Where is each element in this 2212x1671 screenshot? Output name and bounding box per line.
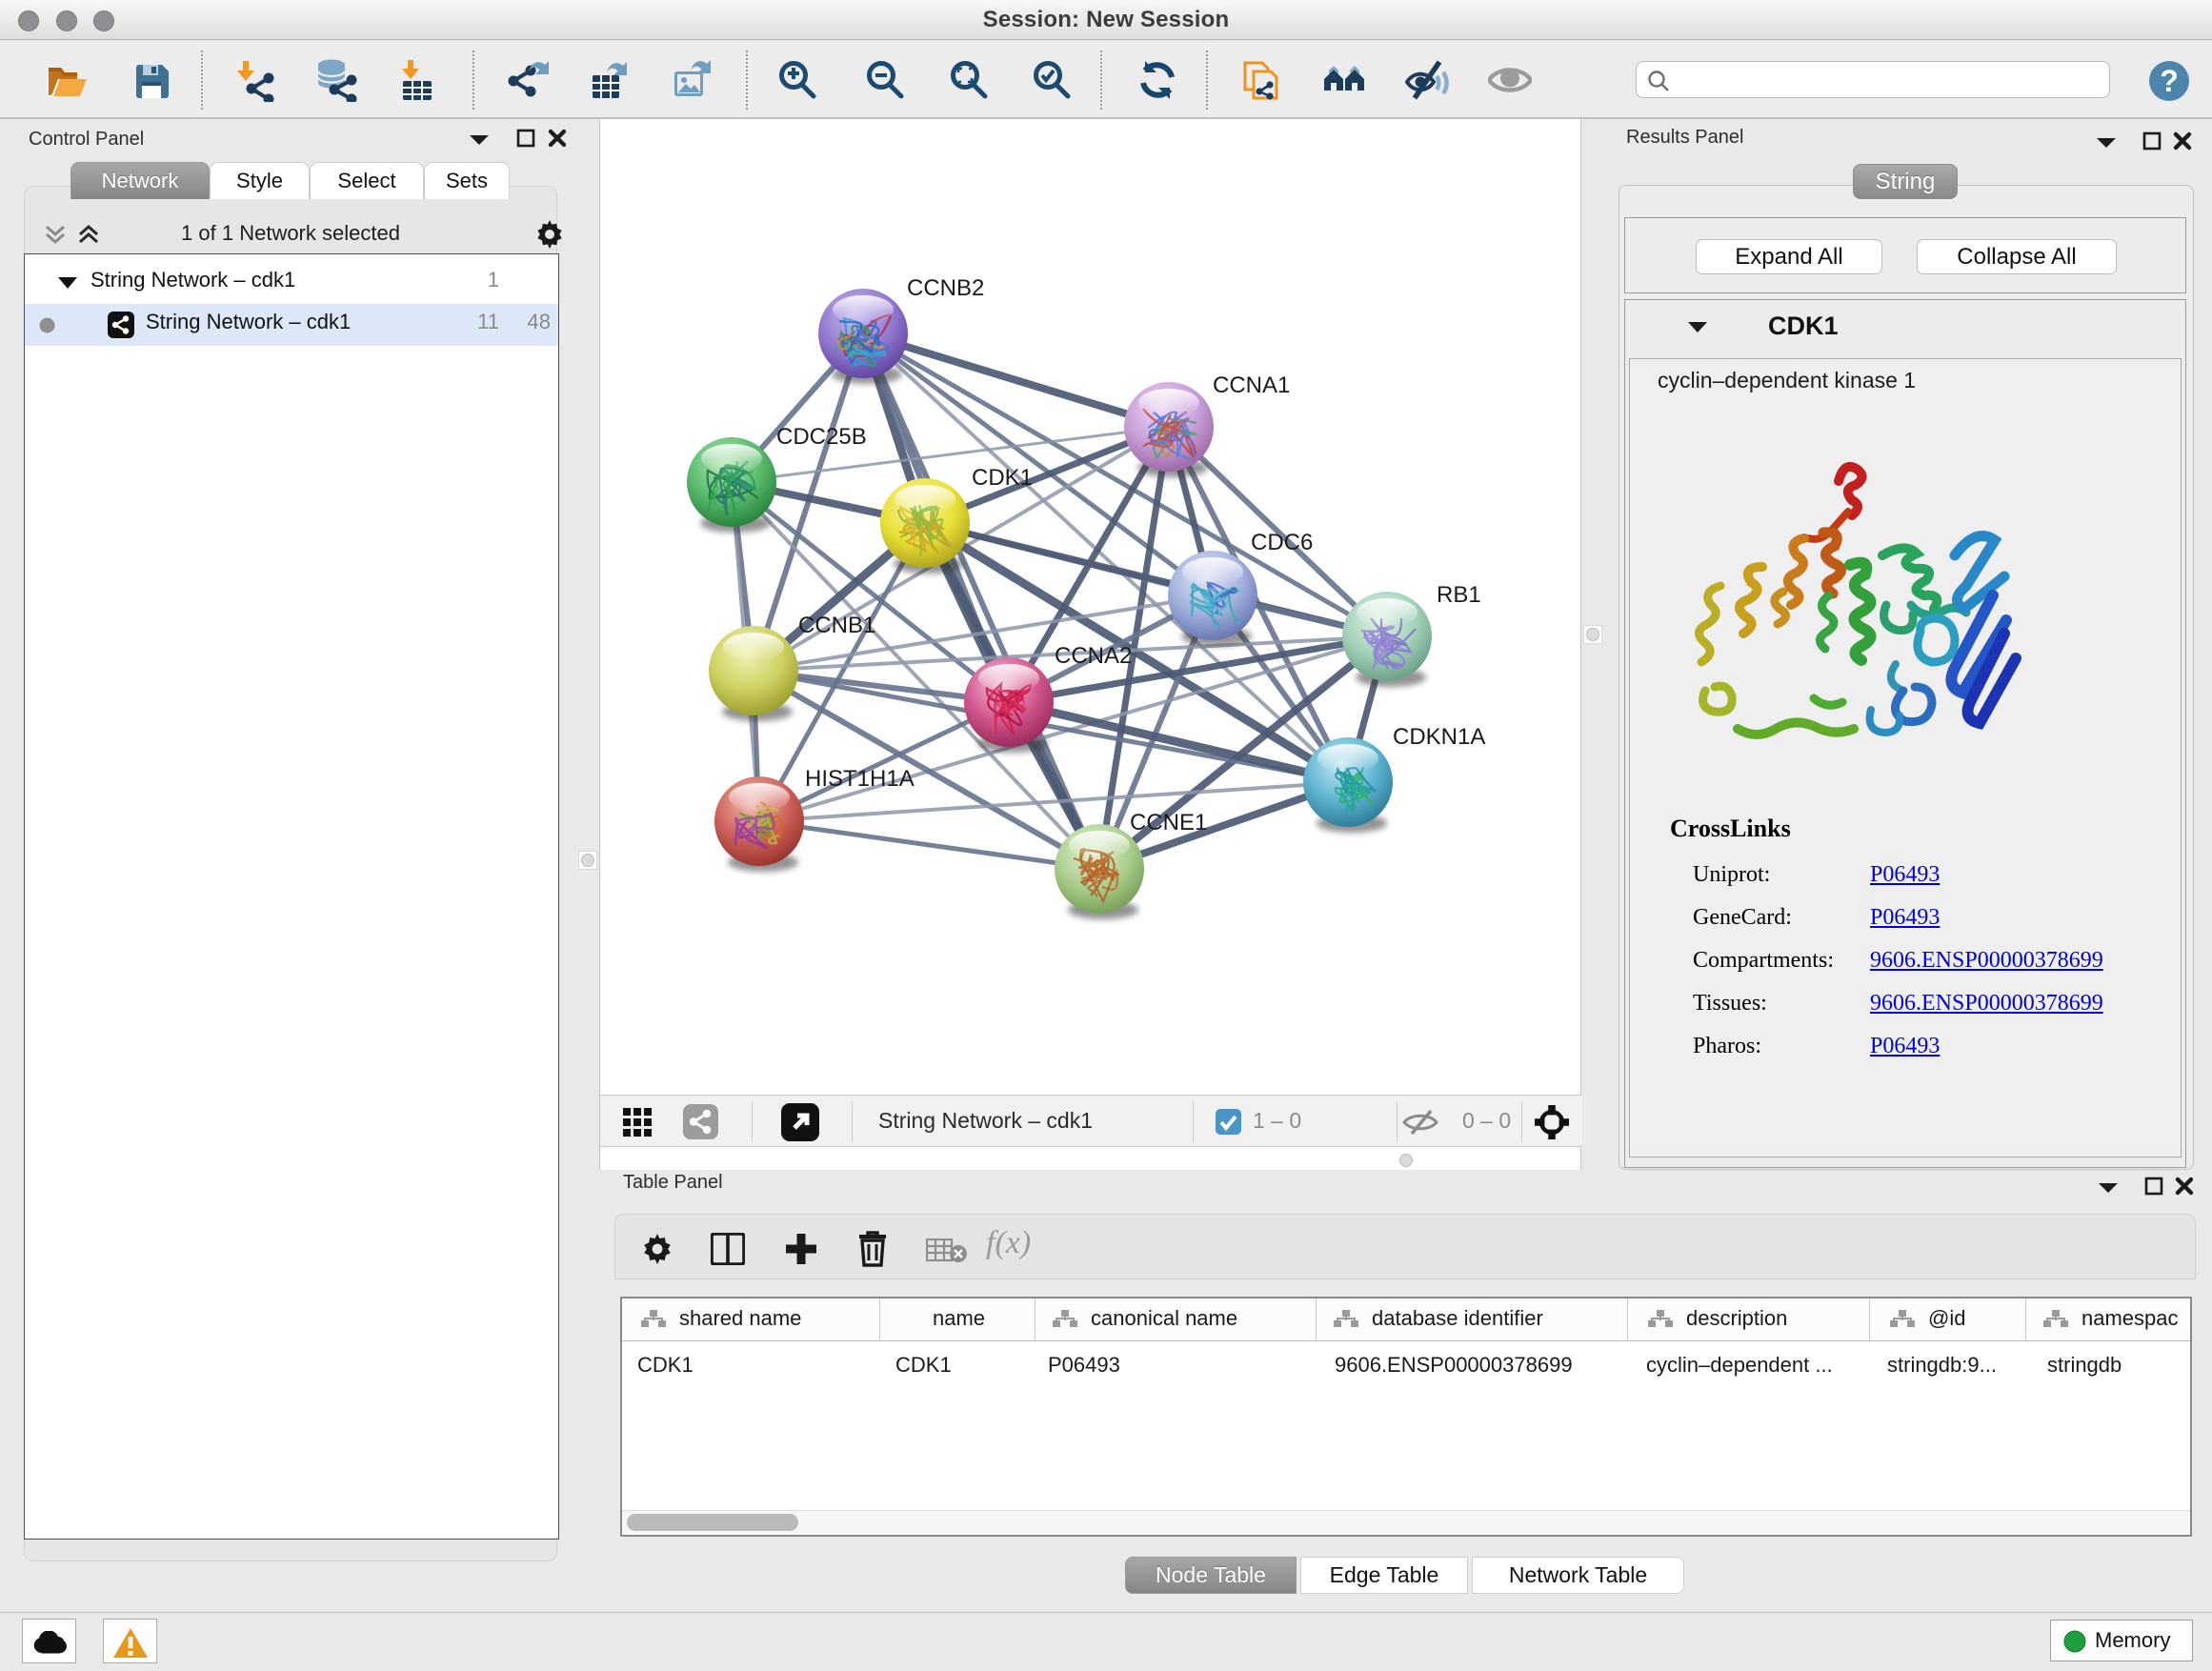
svg-text:CCNE1: CCNE1	[1130, 810, 1207, 836]
svg-text:CDKN1A: CDKN1A	[1393, 724, 1485, 750]
svg-text:CCNB1: CCNB1	[798, 613, 875, 638]
svg-text:CDC6: CDC6	[1251, 530, 1313, 555]
svg-text:HIST1H1A: HIST1H1A	[805, 766, 915, 792]
svg-text:CDK1: CDK1	[972, 465, 1033, 491]
svg-text:CCNB2: CCNB2	[907, 275, 984, 301]
svg-text:CCNA1: CCNA1	[1213, 372, 1290, 398]
svg-text:CCNA2: CCNA2	[1055, 643, 1132, 669]
svg-text:?: ?	[2160, 64, 2179, 98]
svg-text:CDC25B: CDC25B	[776, 424, 867, 450]
svg-text:RB1: RB1	[1437, 582, 1481, 608]
